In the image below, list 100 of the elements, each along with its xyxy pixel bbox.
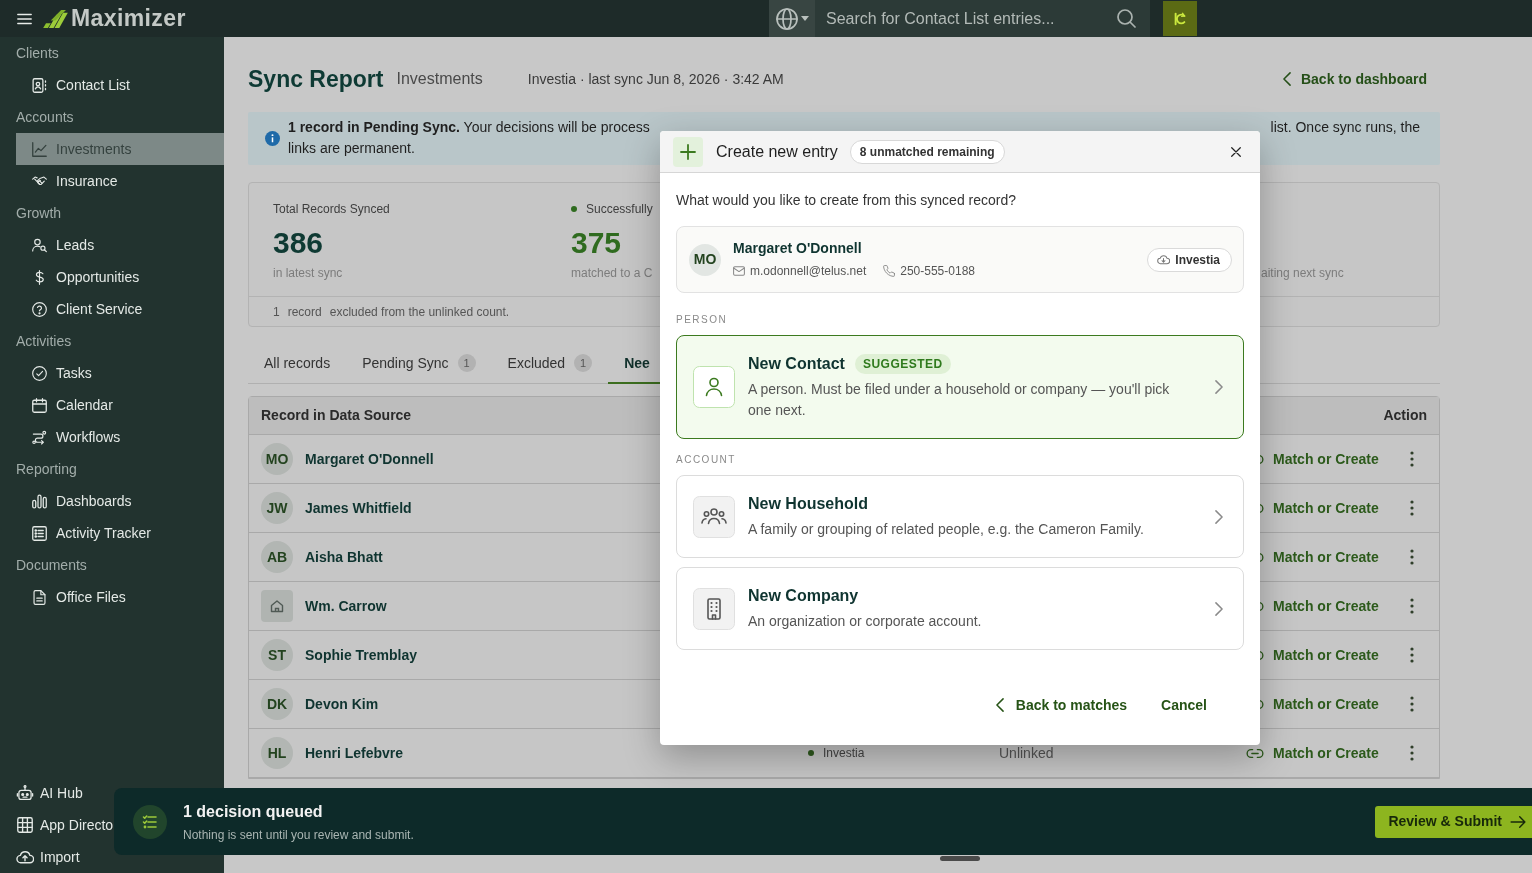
stat-value: 386 (273, 225, 324, 261)
mail-icon (733, 266, 745, 276)
banner-text: list. Once sync runs, the (1270, 118, 1420, 137)
more-options-icon[interactable] (1410, 549, 1414, 565)
more-options-icon[interactable] (1410, 745, 1414, 761)
menu-icon[interactable] (17, 12, 32, 25)
sidebar-item[interactable]: AI Hub (16, 777, 83, 809)
more-options-icon[interactable] (1410, 647, 1414, 663)
match-or-create-button[interactable]: Match or Create (1246, 742, 1379, 764)
record-name: Sophie Tremblay (305, 645, 418, 665)
avatar-initials: ST (261, 639, 293, 671)
building-icon (693, 587, 735, 630)
drag-handle[interactable] (940, 856, 980, 861)
chevron-left-icon (995, 698, 1004, 712)
grid-icon (16, 817, 34, 833)
check-circle-icon (32, 365, 47, 381)
search-icon (1117, 9, 1136, 28)
app-logo-text: Maximizer (71, 7, 186, 30)
sidebar-item[interactable]: Tasks (16, 357, 224, 389)
sidebar-item[interactable]: Leads (16, 229, 224, 261)
info-icon (265, 131, 280, 146)
source-badge-label: Investia (1175, 251, 1220, 269)
chevron-left-icon (1282, 72, 1291, 86)
avatar-initials: MO (689, 243, 721, 276)
page-subtitle: Investments (396, 69, 483, 89)
cancel-button[interactable]: Cancel (1149, 687, 1219, 723)
chevron-right-icon (1215, 380, 1223, 394)
chevron-right-icon (1215, 601, 1223, 616)
help-icon (32, 301, 47, 317)
sidebar-item[interactable]: Import (16, 841, 80, 873)
sidebar-item[interactable]: Client Service (16, 293, 224, 325)
section-label: ACCOUNT (676, 453, 736, 467)
option-description: A person. Must be filed under a household or company — you'll pick one next. (748, 380, 1171, 420)
column-header: Action (1383, 406, 1427, 425)
avatar-initials: AB (261, 541, 293, 573)
sidebar-section-label: Activities (16, 332, 73, 351)
document-icon (32, 589, 47, 605)
avatar-initials: MO (261, 443, 293, 475)
phone-icon (883, 265, 896, 277)
review-and-submit-button[interactable]: Review & Submit (1375, 805, 1532, 838)
sidebar-item[interactable]: Insurance (16, 165, 224, 197)
toast-title: 1 decision queued (183, 801, 324, 822)
sidebar-item[interactable]: Office Files (16, 581, 224, 613)
list-icon (32, 525, 47, 541)
suggested-tag: SUGGESTED (854, 354, 951, 374)
sidebar-item[interactable]: Opportunities (16, 261, 224, 293)
sidebar-section-label: Growth (16, 204, 63, 223)
source-label: Investia (823, 745, 865, 762)
sidebar-section-label: Reporting (16, 460, 78, 479)
more-options-icon[interactable] (1410, 696, 1414, 712)
checklist-icon (133, 804, 167, 839)
tab[interactable]: Excluded 1 (491, 344, 609, 384)
stat-label: Successfully (586, 201, 653, 217)
record-name: James Whitfield (305, 498, 412, 518)
sidebar-section-label: Documents (16, 556, 88, 575)
sidebar-item[interactable]: Workflows (16, 421, 224, 453)
assistant-button[interactable] (1163, 1, 1197, 36)
sidebar-item[interactable]: Activity Tracker (16, 517, 224, 549)
option-card[interactable]: New Company An organization or corporate account. (676, 567, 1244, 650)
record-name: Henri Lefebvre (305, 743, 404, 763)
more-options-icon[interactable] (1410, 500, 1414, 516)
avatar-initials: HL (261, 737, 293, 769)
language-dropdown[interactable] (769, 0, 815, 37)
sidebar-item[interactable]: Dashboards (16, 485, 224, 517)
option-card[interactable]: New Contact SUGGESTED A person. Must be filed under a household or company — you'll pick one next. (676, 335, 1244, 439)
back-to-matches-button[interactable]: Back to matches (983, 687, 1140, 723)
avatar-initials: JW (261, 492, 293, 524)
more-options-icon[interactable] (1410, 598, 1414, 614)
sidebar-item[interactable]: Calendar (16, 389, 224, 421)
option-card[interactable]: New Household A family or grouping of related people, e.g. the Cameron Family. (676, 475, 1244, 558)
tab[interactable]: All records (248, 344, 347, 384)
excluded-count: 1 (273, 303, 280, 321)
calendar-icon (32, 397, 47, 413)
back-to-dashboard-link[interactable]: Back to dashboard (1282, 68, 1427, 90)
option-description: An organization or corporate account. (748, 612, 983, 631)
user-search-icon (32, 237, 47, 253)
section-label: PERSON (676, 313, 728, 327)
stat-label: Total Records Synced (273, 201, 390, 217)
remaining-count-badge: 8 unmatched remaining (849, 139, 1005, 164)
sidebar-item[interactable]: App Directo (16, 809, 114, 841)
sync-info: Investia · last sync Jun 8, 2026 · 3:42 AM (527, 69, 784, 89)
option-title: New Household (748, 494, 868, 514)
contact-name: Margaret O'Donnell (733, 239, 863, 257)
record-name: Wm. Carrow (305, 596, 387, 616)
globe-icon (775, 7, 798, 30)
sidebar-item[interactable]: Contact List (16, 69, 224, 101)
option-description: A family or grouping of related people, e.g. the Cameron Family. (748, 520, 1145, 539)
stat-caption: in latest sync (273, 265, 343, 281)
tab[interactable]: Pending Sync 1 (346, 344, 492, 384)
close-icon[interactable] (1231, 146, 1241, 157)
stat-value: 375 (571, 225, 622, 261)
banner-text: links are permanent. (288, 139, 415, 158)
search-field[interactable]: Search for Contact List entries... (815, 0, 1150, 37)
more-options-icon[interactable] (1410, 451, 1414, 467)
sidebar-section-label: Accounts (16, 108, 75, 127)
option-title: New Company (748, 586, 859, 606)
record-name: Devon Kim (305, 694, 379, 714)
record-name: Margaret O'Donnell (305, 449, 434, 469)
footnote-text: excluded from the unlinked count. (329, 303, 510, 321)
workflow-icon (32, 429, 47, 445)
